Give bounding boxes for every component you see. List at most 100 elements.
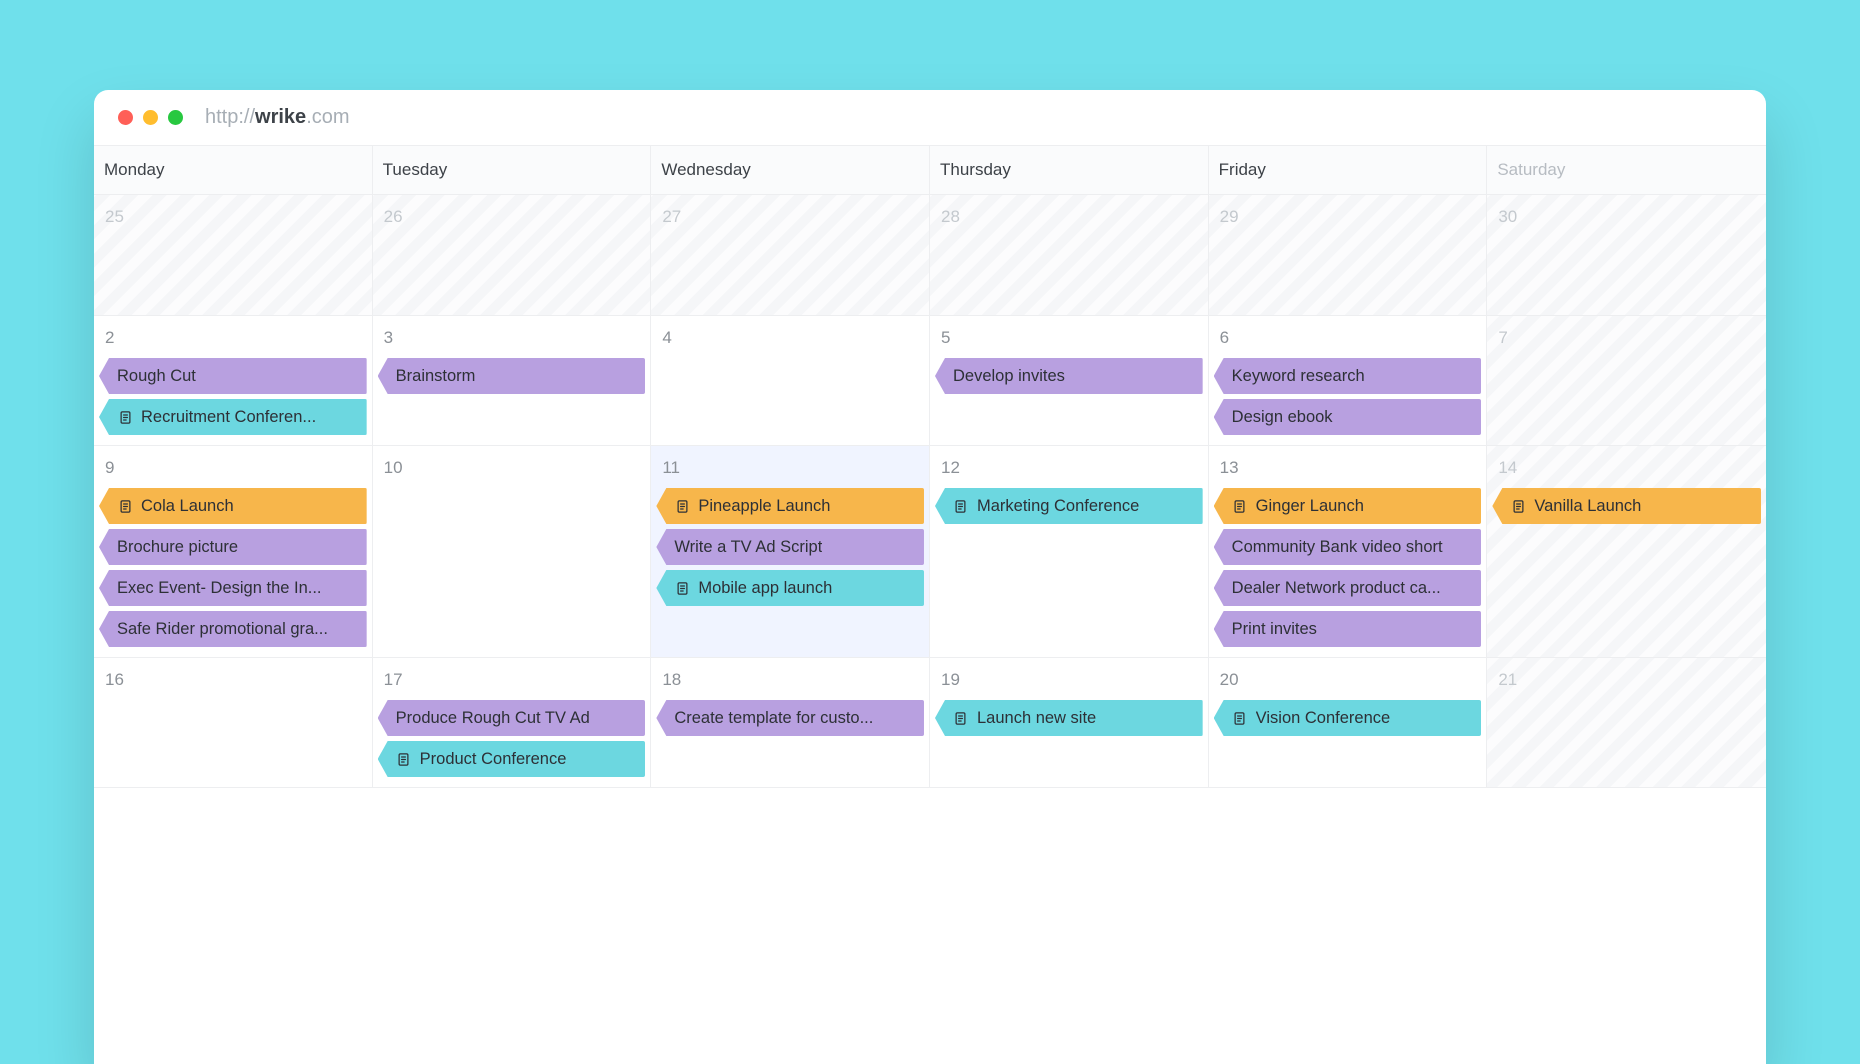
document-icon <box>674 498 690 514</box>
window-controls <box>118 110 183 125</box>
calendar-event[interactable]: Mobile app launch <box>656 570 924 606</box>
calendar-day-cell[interactable]: 9Cola LaunchBrochure pictureExec Event- … <box>94 446 373 657</box>
calendar-day-cell[interactable]: 13 Ginger Launch Community Bank video shor… <box>1209 446 1488 657</box>
calendar-event[interactable]: Develop invites <box>935 358 1203 394</box>
calendar-day-cell[interactable]: 29 <box>1209 195 1488 315</box>
day-number: 27 <box>656 205 924 237</box>
calendar-event[interactable]: Write a TV Ad Script <box>656 529 924 565</box>
calendar-day-cell[interactable]: 10 <box>373 446 652 657</box>
day-header: Wednesday <box>651 146 930 194</box>
calendar-day-cell[interactable]: 7 <box>1487 316 1766 445</box>
event-label: Write a TV Ad Script <box>674 538 822 557</box>
calendar-event[interactable]: Product Conference <box>378 741 646 777</box>
document-icon <box>1232 498 1248 514</box>
document-icon <box>1510 498 1526 514</box>
calendar-day-cell[interactable]: 27 <box>651 195 930 315</box>
calendar-day-cell[interactable]: 11Pineapple Launch Write a TV Ad Script Mo… <box>651 446 930 657</box>
calendar-day-cell[interactable]: 30 <box>1487 195 1766 315</box>
day-number: 2 <box>99 326 367 358</box>
event-label: Exec Event- Design the In... <box>117 579 322 598</box>
day-number: 13 <box>1214 456 1482 488</box>
calendar-event[interactable]: Marketing Conference <box>935 488 1203 524</box>
day-number: 11 <box>656 456 924 488</box>
calendar-event[interactable]: Community Bank video short <box>1214 529 1482 565</box>
calendar-event[interactable]: Cola Launch <box>99 488 367 524</box>
calendar-day-cell[interactable]: 12Marketing Conference <box>930 446 1209 657</box>
calendar-event[interactable]: Rough Cut <box>99 358 367 394</box>
minimize-icon[interactable] <box>143 110 158 125</box>
calendar-day-cell[interactable]: 26 <box>373 195 652 315</box>
event-label: Recruitment Conferen... <box>141 408 316 427</box>
calendar-event[interactable]: Dealer Network product ca... <box>1214 570 1482 606</box>
calendar-header-row: MondayTuesdayWednesdayThursdayFridaySatu… <box>94 146 1766 195</box>
event-label: Develop invites <box>953 367 1065 386</box>
event-list: Cola Launch Brochure picture Exec Event- D… <box>99 488 367 647</box>
day-number: 30 <box>1492 205 1761 237</box>
calendar-event[interactable]: Keyword research <box>1214 358 1482 394</box>
calendar-day-cell[interactable]: 5 Develop invites <box>930 316 1209 445</box>
day-header: Tuesday <box>373 146 652 194</box>
calendar-day-cell[interactable]: 16 <box>94 658 373 787</box>
calendar-event[interactable]: Create template for custo... <box>656 700 924 736</box>
day-header: Saturday <box>1487 146 1766 194</box>
calendar-event[interactable]: Design ebook <box>1214 399 1482 435</box>
address-bar[interactable]: http://wrike.com <box>205 106 350 129</box>
calendar-day-cell[interactable]: 3Brainstorm <box>373 316 652 445</box>
day-number: 16 <box>99 668 367 700</box>
day-number: 3 <box>378 326 646 358</box>
calendar-day-cell[interactable]: 17Produce Rough Cut TV Ad Product Confere… <box>373 658 652 787</box>
document-icon <box>117 409 133 425</box>
calendar-event[interactable]: Launch new site <box>935 700 1203 736</box>
event-list: Ginger Launch Community Bank video short D… <box>1214 488 1482 647</box>
event-list: Develop invites <box>935 358 1203 394</box>
document-icon <box>953 498 969 514</box>
calendar-event[interactable]: Vanilla Launch <box>1492 488 1761 524</box>
calendar-day-cell[interactable]: 6Keyword research Design ebook <box>1209 316 1488 445</box>
calendar-day-cell[interactable]: 18 Create template for custo... <box>651 658 930 787</box>
day-number: 14 <box>1492 456 1761 488</box>
titlebar: http://wrike.com <box>94 90 1766 146</box>
calendar-week-row: 252627282930 <box>94 195 1766 316</box>
calendar-body: 252627282930 2Rough Cut Recruitment Confer… <box>94 195 1766 1064</box>
calendar-event[interactable]: Recruitment Conferen... <box>99 399 367 435</box>
day-number: 12 <box>935 456 1203 488</box>
calendar-week-row: 16 17Produce Rough Cut TV Ad Product Confe… <box>94 658 1766 788</box>
calendar-event[interactable]: Brainstorm <box>378 358 646 394</box>
calendar-event[interactable]: Vision Conference <box>1214 700 1482 736</box>
document-icon <box>117 498 133 514</box>
calendar-day-cell[interactable]: 21 <box>1487 658 1766 787</box>
url-prefix: http:// <box>205 106 255 128</box>
calendar-event[interactable]: Produce Rough Cut TV Ad <box>378 700 646 736</box>
day-number: 6 <box>1214 326 1482 358</box>
maximize-icon[interactable] <box>168 110 183 125</box>
calendar-event[interactable]: Pineapple Launch <box>656 488 924 524</box>
calendar-day-cell[interactable]: 2Rough Cut Recruitment Conferen... <box>94 316 373 445</box>
calendar-event[interactable]: Exec Event- Design the In... <box>99 570 367 606</box>
day-header: Friday <box>1209 146 1488 194</box>
calendar-day-cell[interactable]: 19Launch new site <box>930 658 1209 787</box>
event-list: Rough Cut Recruitment Conferen... <box>99 358 367 435</box>
event-list: Vanilla Launch <box>1492 488 1761 524</box>
calendar-event[interactable]: Brochure picture <box>99 529 367 565</box>
calendar-day-cell[interactable]: 4 <box>651 316 930 445</box>
calendar-event[interactable]: Safe Rider promotional gra... <box>99 611 367 647</box>
calendar-event[interactable]: Print invites <box>1214 611 1482 647</box>
day-number: 17 <box>378 668 646 700</box>
document-icon <box>953 710 969 726</box>
calendar-day-cell[interactable]: 20Vision Conference <box>1209 658 1488 787</box>
event-label: Cola Launch <box>141 497 234 516</box>
event-label: Product Conference <box>420 750 567 769</box>
event-label: Ginger Launch <box>1256 497 1364 516</box>
browser-window: http://wrike.com MondayTuesdayWednesdayT… <box>94 90 1766 1064</box>
calendar-day-cell[interactable]: 14 Vanilla Launch <box>1487 446 1766 657</box>
event-label: Vanilla Launch <box>1534 497 1641 516</box>
calendar-day-cell[interactable]: 28 <box>930 195 1209 315</box>
event-list: Keyword research Design ebook <box>1214 358 1482 435</box>
calendar-event[interactable]: Ginger Launch <box>1214 488 1482 524</box>
calendar-week-row: 2Rough Cut Recruitment Conferen... 3Brains… <box>94 316 1766 446</box>
event-label: Create template for custo... <box>674 709 873 728</box>
close-icon[interactable] <box>118 110 133 125</box>
day-number: 5 <box>935 326 1203 358</box>
calendar-day-cell[interactable]: 25 <box>94 195 373 315</box>
day-number: 18 <box>656 668 924 700</box>
